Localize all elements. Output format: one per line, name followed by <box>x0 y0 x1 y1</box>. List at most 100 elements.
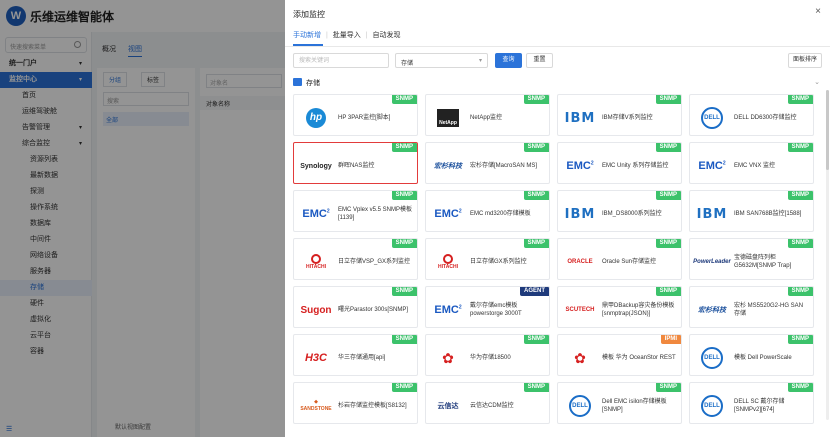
protocol-badge: SNMP <box>523 95 549 104</box>
protocol-badge: SNMP <box>787 383 813 392</box>
template-card-name: 杉岩存储监控模板[S8132] <box>338 403 407 409</box>
huawei-logo-icon: ✿ <box>442 349 454 366</box>
template-card[interactable]: SNMP DELL DELL SC 戴尔存储 [SNMPv2][674] <box>689 382 814 424</box>
template-card[interactable]: AGENT EMC2 戴尔存储emc模板 powerstorge 3000T <box>425 286 550 328</box>
section-header-storage[interactable]: 存储 <box>293 78 320 90</box>
ibm-logo-icon: IBM <box>564 110 596 126</box>
template-card[interactable]: SNMP EMC2 EMC md3200存储模板 <box>425 190 550 232</box>
template-card[interactable]: SNMP ORACLE Oracle Sun存储监控 <box>557 238 682 280</box>
template-card[interactable]: SNMP IBM IBM存储V系列监控 <box>557 94 682 136</box>
template-card-name: 曙光Parastor 300s[SNMP] <box>338 307 409 313</box>
protocol-badge: SNMP <box>391 335 417 344</box>
scrollbar-thumb[interactable] <box>826 90 829 170</box>
protocol-badge: SNMP <box>655 287 681 296</box>
template-card-name: 群晖NAS监控 <box>338 163 375 169</box>
template-card-name: HP 3PAR监控[脚本] <box>338 115 391 121</box>
template-card-name: 日立存储GX系列监控 <box>470 259 527 265</box>
template-card[interactable]: SNMP EMC2 EMC Vplex v5.5 SNMP模板[1139] <box>293 190 418 232</box>
protocol-badge: SNMP <box>787 191 813 200</box>
close-icon[interactable]: × <box>815 6 821 17</box>
template-card-name: IBM存储V系列监控 <box>602 115 653 121</box>
template-card[interactable]: SNMP IBM IBM_DS8000系列监控 <box>557 190 682 232</box>
template-card[interactable]: SNMP hp HP 3PAR监控[脚本] <box>293 94 418 136</box>
template-card[interactable]: SNMP ◆ SANDSTONE 杉岩存储监控模板[S8132] <box>293 382 418 424</box>
template-card[interactable]: SNMP DELL 模板 Dell PowerScale <box>689 334 814 376</box>
category-select[interactable]: 存储 ▾ <box>395 53 488 68</box>
panel-sort-button[interactable]: 面板排序 <box>788 53 822 68</box>
template-card[interactable]: IPMI ✿ 模板 华为 OceanStor REST <box>557 334 682 376</box>
template-card[interactable]: SNMP NetApp NetApp监控 <box>425 94 550 136</box>
reset-button[interactable]: 重置 <box>526 53 553 68</box>
macrosan-logo-icon: 宏杉科技 <box>698 307 726 314</box>
hitachi-logo-icon: HITACHI <box>431 250 465 274</box>
template-card[interactable]: SNMP HITACHI 日立存储GX系列监控 <box>425 238 550 280</box>
sandstone-logo-icon: ◆ SANDSTONE <box>300 399 332 412</box>
protocol-badge: SNMP <box>391 191 417 200</box>
template-card[interactable]: SNMP 宏杉科技 宏杉存储[MacroSAN MS] <box>425 142 550 184</box>
h3c-logo-icon: H3C <box>304 352 327 364</box>
huawei-logo-icon: ✿ <box>574 349 586 366</box>
template-card-name: 日立存储VSP_GX系列监控 <box>338 259 411 265</box>
tab-auto-discover[interactable]: 自动发现 <box>372 30 400 40</box>
template-card[interactable]: SNMP HITACHI 日立存储VSP_GX系列监控 <box>293 238 418 280</box>
protocol-badge: SNMP <box>787 95 813 104</box>
scrollbar[interactable] <box>826 90 829 420</box>
protocol-badge: SNMP <box>391 95 417 104</box>
chevron-down-icon: ▾ <box>478 58 482 64</box>
chevron-down-icon[interactable]: ⌄ <box>814 78 820 86</box>
template-card[interactable]: SNMP H3C 华三存储通用[api] <box>293 334 418 376</box>
emc-logo-icon: EMC2 <box>302 208 330 220</box>
template-card-name: DELL SC 戴尔存储 [SNMPv2][674] <box>734 399 785 413</box>
emc-logo-icon: EMC2 <box>434 208 462 220</box>
dell-logo-icon: DELL <box>563 394 597 418</box>
hitachi-logo-icon: HITACHI <box>299 250 333 274</box>
template-card[interactable]: SNMP ✿ 华为存储18500 <box>425 334 550 376</box>
template-card[interactable]: SNMP DELL DELL DD6300存储监控 <box>689 94 814 136</box>
template-card[interactable]: SNMP EMC2 EMC VNX 监控 <box>689 142 814 184</box>
yunzhi-logo-icon: 云信达 <box>437 403 459 410</box>
protocol-badge: SNMP <box>787 287 813 296</box>
protocol-badge: SNMP <box>391 287 417 296</box>
protocol-badge: SNMP <box>523 383 549 392</box>
template-card-name: EMC md3200存储模板 <box>470 211 531 217</box>
template-card[interactable]: SNMP Synology 群晖NAS监控 <box>293 142 418 184</box>
protocol-badge: SNMP <box>787 239 813 248</box>
section-title: 存储 <box>306 80 320 87</box>
template-card[interactable]: SNMP 云信达 云信达CDM监控 <box>425 382 550 424</box>
add-monitor-drawer: 添加监控 × 手动新增 | 批量导入 | 自动发现 存储 ▾ 查询 重置 面板排… <box>285 0 830 437</box>
protocol-badge: SNMP <box>655 143 681 152</box>
template-card[interactable]: SNMP SCUTECH 鼎甲DBackup容灾备份模板[snmptrap(JSON… <box>557 286 682 328</box>
macrosan-logo-icon: 宏杉科技 <box>434 163 462 170</box>
template-card[interactable]: SNMP PowerLeader 宝德磁盘阵列柜 G5632M[SNMP Trap] <box>689 238 814 280</box>
dell-logo-icon: DELL <box>695 346 729 370</box>
template-card[interactable]: SNMP Sugon 曙光Parastor 300s[SNMP] <box>293 286 418 328</box>
protocol-badge: SNMP <box>391 383 417 392</box>
emc-logo-icon: EMC2 <box>566 160 594 172</box>
protocol-badge: SNMP <box>391 239 417 248</box>
dell-logo-icon: DELL <box>695 106 729 130</box>
template-card[interactable]: SNMP IBM IBM SAN768B监控[1588] <box>689 190 814 232</box>
template-card-name: 华为存储18500 <box>470 355 511 361</box>
protocol-badge: SNMP <box>523 191 549 200</box>
sugon-logo-icon: Sugon <box>300 304 332 316</box>
protocol-badge: SNMP <box>655 383 681 392</box>
query-button[interactable]: 查询 <box>495 53 522 68</box>
template-card-name: NetApp监控 <box>470 115 503 121</box>
template-card[interactable]: SNMP EMC2 EMC Unity 系列存储监控 <box>557 142 682 184</box>
protocol-badge: SNMP <box>655 191 681 200</box>
emc-logo-icon: EMC2 <box>698 160 726 172</box>
protocol-badge: SNMP <box>655 239 681 248</box>
template-card[interactable]: SNMP 宏杉科技 宏杉 MS5520G2-HG SAN 存储 <box>689 286 814 328</box>
tab-batch-import[interactable]: 批量导入 <box>333 30 361 40</box>
template-card-name: 华三存储通用[api] <box>338 355 386 361</box>
template-card-name: 宏杉 MS5520G2-HG SAN 存储 <box>734 303 804 317</box>
ibm-logo-icon: IBM <box>564 206 596 222</box>
keyword-search-input[interactable] <box>293 53 389 68</box>
emc-logo-icon: EMC2 <box>434 304 462 316</box>
tab-manual-add[interactable]: 手动新增 <box>293 30 321 40</box>
template-card-name: EMC Vplex v5.5 SNMP模板[1139] <box>338 207 413 221</box>
dell-logo-icon: DELL <box>695 394 729 418</box>
template-card[interactable]: SNMP DELL Dell EMC isilon存储模板[SNMP] <box>557 382 682 424</box>
drawer-title: 添加监控 <box>293 10 325 19</box>
template-card-name: 戴尔存储emc模板 powerstorge 3000T <box>470 303 522 317</box>
